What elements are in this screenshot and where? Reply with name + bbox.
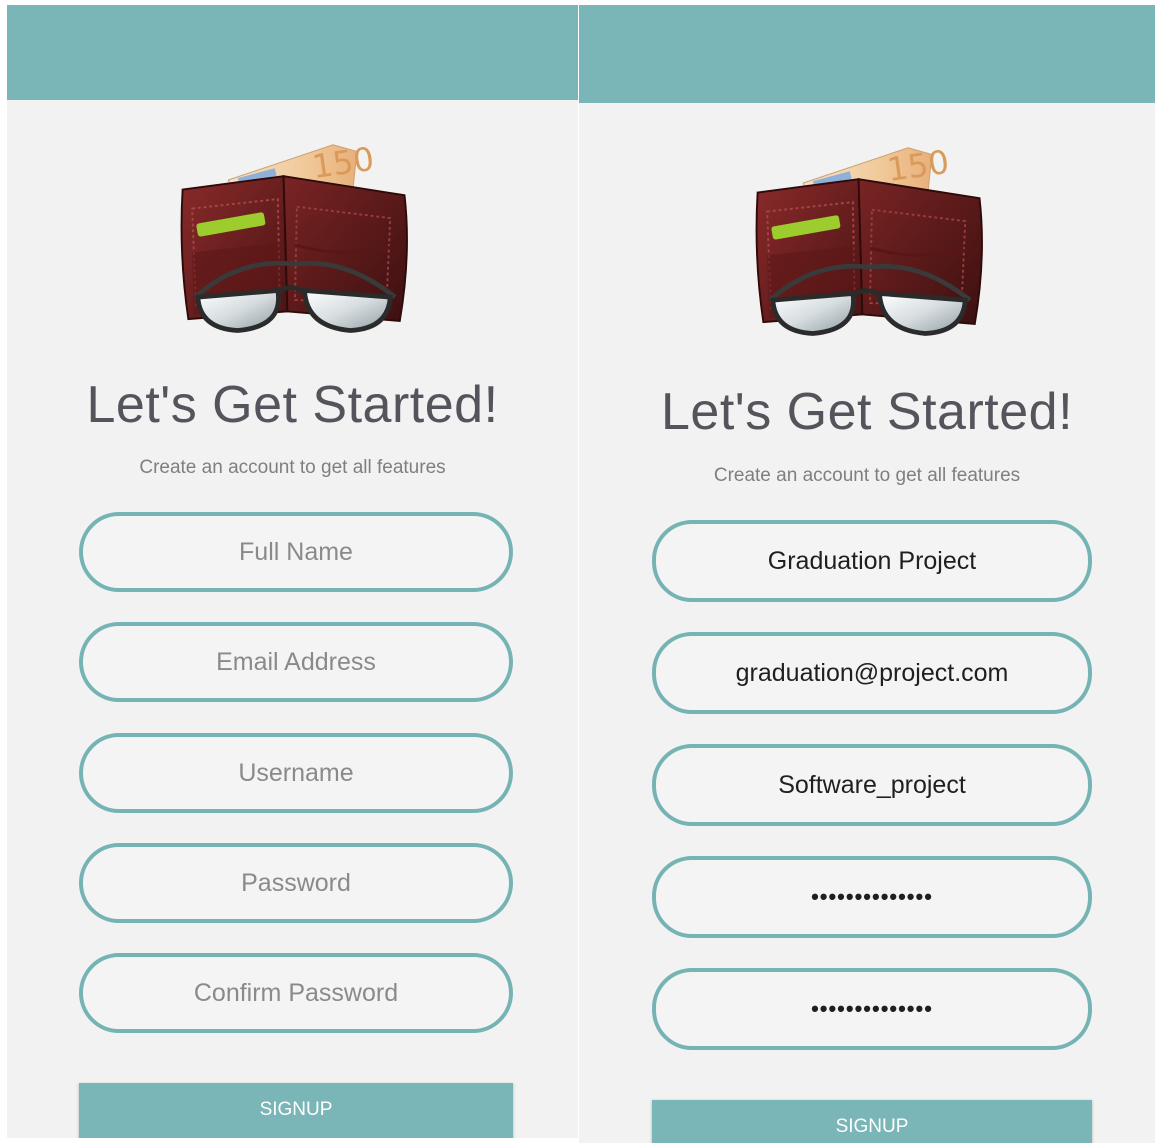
page-subtitle: Create an account to get all features — [139, 457, 446, 478]
username-field[interactable]: Software_project — [652, 744, 1092, 826]
email-field[interactable]: graduation@project.com — [652, 632, 1092, 714]
confirm-password-field[interactable]: •••••••••••••• — [652, 968, 1092, 1050]
password-field[interactable]: •••••••••••••• — [652, 856, 1092, 938]
signup-button[interactable]: SIGNUP — [79, 1083, 513, 1138]
username-field[interactable]: Username — [79, 733, 513, 813]
password-field[interactable]: Password — [79, 843, 513, 923]
full-name-field[interactable]: Full Name — [79, 512, 513, 592]
app-bar — [579, 5, 1155, 103]
signup-button[interactable]: SIGNUP — [652, 1100, 1092, 1143]
confirm-password-field[interactable]: Confirm Password — [79, 953, 513, 1033]
full-name-field[interactable]: Graduation Project — [652, 520, 1092, 602]
signup-screen-empty: Let's Get Started! Create an account to … — [7, 5, 578, 1138]
email-field[interactable]: Email Address — [79, 622, 513, 702]
wallet-with-glasses-icon — [170, 140, 420, 340]
wallet-with-glasses-icon — [745, 143, 995, 343]
signup-screen-filled: Let's Get Started! Create an account to … — [579, 5, 1155, 1143]
app-bar — [7, 5, 578, 100]
page-title: Let's Get Started! — [86, 376, 499, 434]
page-subtitle: Create an account to get all features — [713, 465, 1021, 486]
page-title: Let's Get Started! — [660, 383, 1074, 441]
